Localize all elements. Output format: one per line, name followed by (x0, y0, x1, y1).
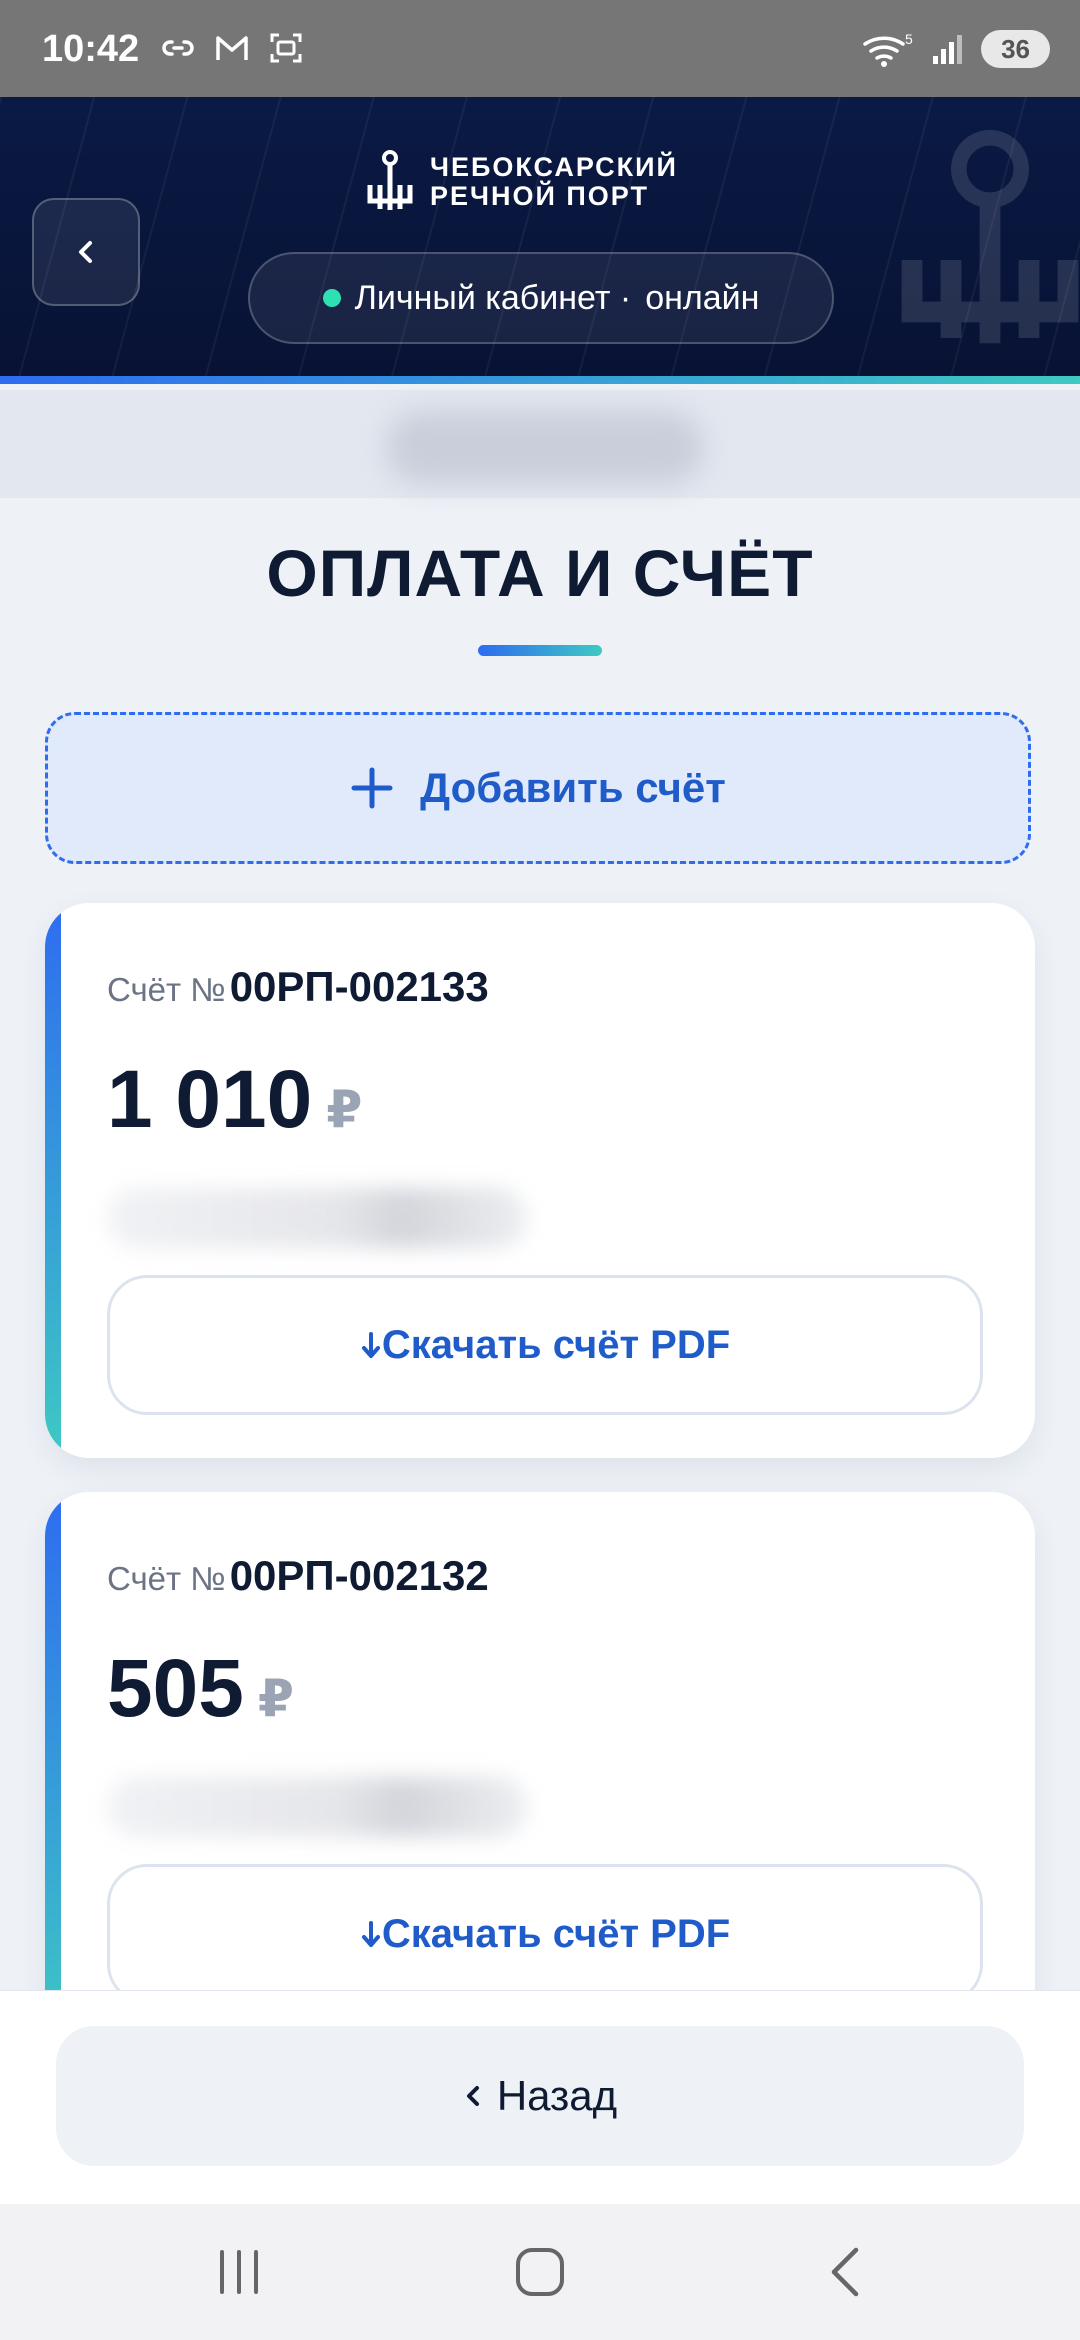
status-icons (160, 30, 304, 66)
add-invoice-label: Добавить счёт (420, 764, 726, 811)
blurred-detail (107, 1777, 527, 1837)
invoice-card: Счёт №00РП-002132 505 ₽ Скачать счёт PDF (45, 1492, 1035, 2052)
download-arrow-icon (361, 1332, 380, 1358)
bottom-panel: Назад (0, 1990, 1080, 2205)
invoice-card: Счёт №00РП-002133 1 010 ₽ Скачать счёт PD… (45, 903, 1035, 1458)
invoice-amount: 1 010 ₽ (107, 1053, 362, 1147)
system-back-icon[interactable] (826, 2244, 866, 2300)
download-pdf-button[interactable]: Скачать счёт PDF (107, 1864, 983, 2004)
port-logo: ЧЕБОКСАРСКИЙ РЕЧНОЙ ПОРТ (364, 149, 678, 215)
currency-symbol: ₽ (257, 1670, 295, 1728)
status-time: 10:42 (42, 28, 140, 70)
download-pdf-label: Скачать счёт PDF (381, 1911, 731, 1956)
invoice-number: Счёт №00РП-002133 (107, 963, 489, 1011)
invoice-number-value: 00РП-002133 (229, 963, 489, 1010)
back-button[interactable]: Назад (56, 2026, 1024, 2166)
battery-indicator: 36 (981, 30, 1050, 68)
status-label: Личный кабинет · (354, 278, 632, 317)
header-back-button[interactable] (32, 198, 140, 306)
status-value: онлайн (645, 278, 760, 317)
invoice-number-label: Счёт № (107, 971, 226, 1008)
system-navigation-bar (0, 2204, 1080, 2340)
download-pdf-label: Скачать счёт PDF (381, 1322, 731, 1367)
status-right: 5 36 (861, 30, 1050, 68)
gmail-icon (216, 36, 248, 60)
add-invoice-button[interactable]: Добавить счёт (45, 712, 1031, 864)
invoice-number-value: 00РП-002132 (229, 1552, 489, 1599)
invoice-amount-value: 505 (107, 1643, 244, 1734)
chevron-left-icon (466, 2086, 479, 2106)
chevron-left-icon (79, 241, 92, 263)
link-icon (162, 40, 194, 56)
header-accent-stripe (0, 376, 1080, 384)
logo-line-2: РЕЧНОЙ ПОРТ (430, 181, 649, 211)
online-status-pill: Личный кабинет · онлайн (248, 252, 834, 344)
anchor-watermark-icon (901, 130, 1079, 344)
online-dot-icon (322, 289, 341, 307)
title-underline (478, 645, 602, 656)
home-icon[interactable] (512, 2244, 568, 2300)
blurred-detail (107, 1188, 527, 1248)
invoice-number: Счёт №00РП-002132 (107, 1552, 489, 1600)
invoice-number-label: Счёт № (107, 1560, 226, 1597)
screenshot-icon (270, 33, 302, 63)
plus-icon (351, 767, 393, 809)
logo-line-1: ЧЕБОКСАРСКИЙ (430, 152, 678, 182)
invoice-amount: 505 ₽ (107, 1642, 294, 1736)
download-arrow-icon (361, 1921, 380, 1947)
download-pdf-button[interactable]: Скачать счёт PDF (107, 1275, 983, 1415)
app-header: ЧЕБОКСАРСКИЙ РЕЧНОЙ ПОРТ Личный кабинет … (0, 97, 1080, 384)
signal-icon (933, 35, 963, 64)
status-bar: 10:42 5 36 (0, 0, 1080, 97)
back-label: Назад (496, 2072, 618, 2119)
invoice-amount-value: 1 010 (107, 1054, 313, 1145)
blurred-content (385, 410, 705, 485)
currency-symbol: ₽ (326, 1081, 363, 1139)
page-title: ОПЛАТА И СЧЁТ (266, 536, 814, 610)
wifi-icon: 5 (863, 31, 913, 67)
recent-apps-icon[interactable] (214, 2244, 264, 2300)
anchor-logo-icon (367, 150, 413, 210)
wifi-band-label: 5 (905, 31, 913, 47)
